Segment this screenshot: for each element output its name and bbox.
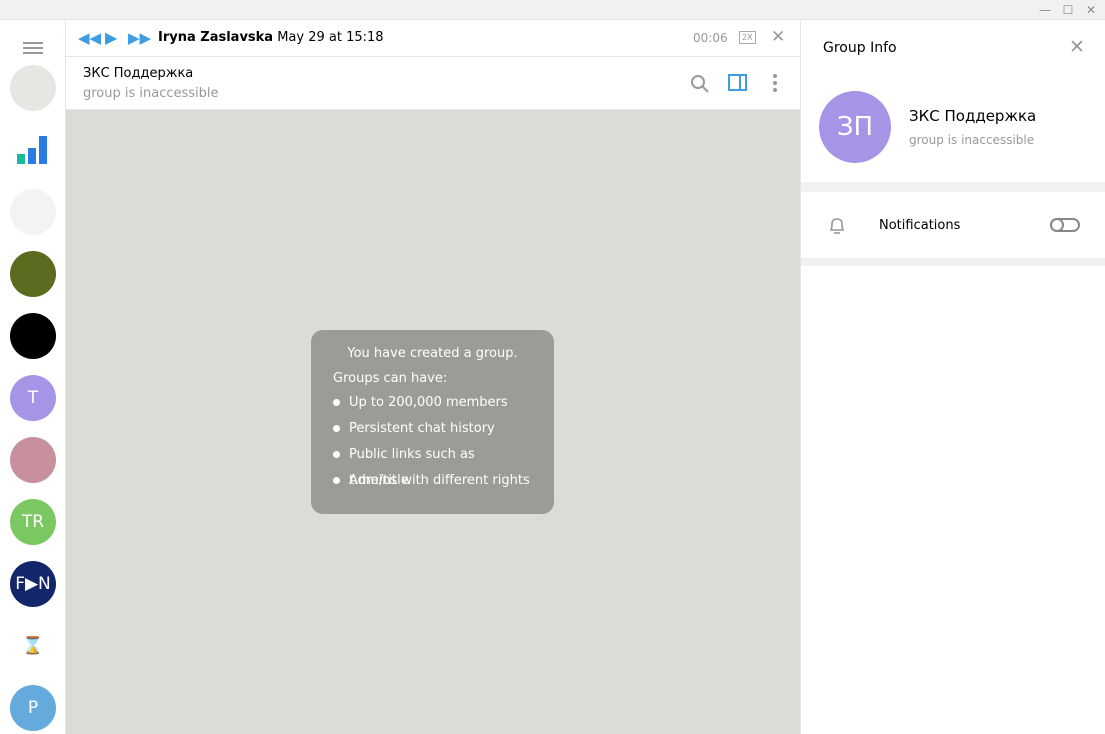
feature-item: Persistent chat history [333,416,532,442]
chat-title: ЗКС Поддержка [83,66,194,81]
previous-track-icon[interactable]: ◀◀ [78,29,101,47]
track-author: Iryna Zaslavska [158,30,274,45]
chat-avatar-stats[interactable] [10,127,56,173]
service-title: You have created a group. [347,346,518,361]
bar-chart-icon [17,136,47,164]
divider [801,182,1105,192]
chat-header[interactable]: ЗКС Поддержка group is inaccessible [66,57,800,110]
chat-avatar-p[interactable]: P [10,685,56,731]
hamburger-menu-icon[interactable] [23,42,43,56]
chat-status: group is inaccessible [83,86,219,101]
feature-item: Up to 200,000 members [333,390,532,416]
group-name: ЗКС Поддержка [909,107,1037,125]
more-options-icon[interactable] [770,73,780,93]
group-created-service-message: You have created a group. Groups can hav… [311,330,554,514]
close-panel-icon[interactable]: ✕ [1069,36,1085,58]
next-track-icon[interactable]: ▶▶ [128,29,151,47]
feature-item: Public links such as t.me/title [333,442,532,488]
service-subtitle: Groups can have: [333,371,448,386]
chat-avatar-anime-girl[interactable] [10,437,56,483]
chat-avatar-tr[interactable]: TR [10,499,56,545]
minimize-button[interactable]: — [1037,2,1053,18]
close-player-icon[interactable]: ✕ [771,27,785,47]
chat-folder-sidebar: T TR F▶N ⌛ P [0,20,66,734]
play-icon[interactable]: ▶ [105,28,117,47]
close-window-button[interactable]: ✕ [1083,2,1099,18]
feature-item: Admins with different rights [333,468,532,494]
search-icon[interactable] [690,74,710,94]
panel-title: Group Info [823,40,897,56]
playback-speed-button[interactable]: 2X [739,31,756,44]
chat-area: You have created a group. Groups can hav… [66,110,800,734]
group-status: group is inaccessible [909,133,1035,147]
divider [801,258,1105,266]
sidebar-toggle-icon[interactable] [728,74,748,92]
chat-avatar-fan[interactable]: F▶N [10,561,56,607]
chat-avatar-growth-chart[interactable] [10,189,56,235]
notifications-label: Notifications [879,218,961,233]
title-bar: — ☐ ✕ [0,0,1105,20]
notifications-toggle[interactable] [1050,218,1080,232]
track-time: 00:06 [693,31,728,45]
chat-avatar-hourglass[interactable]: ⌛ [10,623,56,669]
chat-avatar-anime-cat[interactable] [10,65,56,111]
audio-player-bar: ◀◀ ▶ ▶▶ Iryna Zaslavska May 29 at 15:18 … [66,20,800,57]
group-info-panel: Group Info ✕ ЗП ЗКС Поддержка group is i… [800,20,1105,734]
maximize-button[interactable]: ☐ [1060,2,1076,18]
bell-icon [829,218,845,234]
chat-avatar-t[interactable]: T [10,375,56,421]
chat-avatar-sunflower[interactable] [10,251,56,297]
track-date: May 29 at 15:18 [277,30,384,45]
group-avatar[interactable]: ЗП [819,91,891,163]
chat-avatar-football[interactable] [10,313,56,359]
